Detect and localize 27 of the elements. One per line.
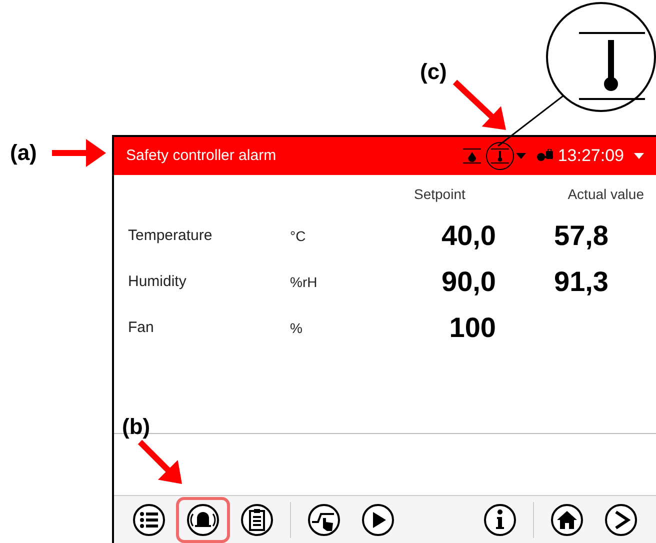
header-title: Safety controller alarm [126,146,276,166]
parameter-name: Humidity [127,272,188,292]
setpoint-value: 90,0 [440,265,496,299]
dropdown-caret-icon [516,153,526,159]
parameter-name: Fan [127,318,155,338]
alarm-bell-button[interactable] [176,496,230,542]
annotation-label: (b) [122,413,150,441]
annotation-label: (a) [10,139,37,167]
column-heading: Actual value [566,185,644,204]
clock-time: 13:27:09 [558,145,624,168]
lock-key-icon [536,149,554,163]
dropdown-caret-icon [634,153,644,159]
pointer-arrow [138,440,182,484]
setpoint-value: 40,0 [440,219,496,253]
unit-label: % [290,318,304,338]
unit-label: °C [290,226,307,246]
pointer-arrow [452,80,506,130]
annotation-label: (c) [420,58,447,86]
actual-value: 91,3 [554,265,608,299]
parameter-name: Temperature [127,226,214,246]
humidity-icon [462,146,482,166]
pointer-arrow [52,139,106,167]
setpoint-value: 100 [448,311,496,345]
unit-label: %rH [290,272,318,292]
actual-value: 57,8 [554,219,608,253]
column-heading: Setpoint [414,185,466,204]
thermometer-icon [490,146,510,166]
